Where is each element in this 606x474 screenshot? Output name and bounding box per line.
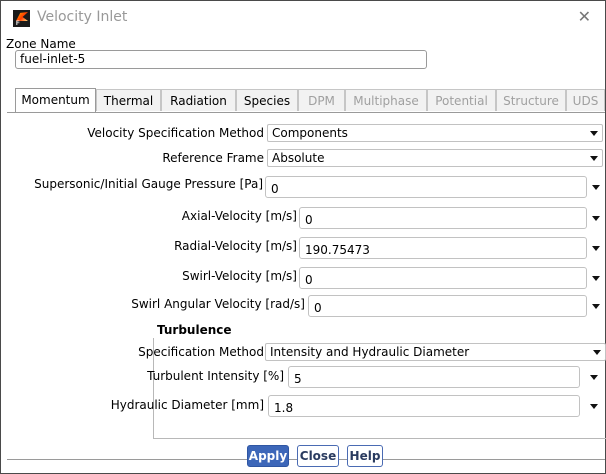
tab-potential[interactable]: Potential [427, 89, 496, 111]
turbulent-intensity-menu-icon[interactable] [590, 375, 598, 380]
supersonic-pressure-label: Supersonic/Initial Gauge Pressure [Pa] [34, 177, 263, 191]
swirl-angular-velocity-input[interactable]: 0 [308, 295, 587, 317]
tab-uds[interactable]: UDS [566, 89, 605, 111]
close-icon[interactable]: ✕ [578, 7, 591, 26]
swirl-velocity-menu-icon[interactable] [592, 276, 600, 281]
apply-button[interactable]: Apply [247, 445, 289, 467]
hydraulic-diameter-input[interactable]: 1.8 [268, 395, 580, 417]
radial-velocity-input[interactable]: 190.75473 [299, 237, 587, 259]
radial-velocity-label: Radial-Velocity [m/s] [174, 239, 297, 253]
swirl-velocity-input[interactable]: 0 [299, 267, 587, 289]
tab-bar: Momentum Thermal Radiation Species DPM M… [15, 88, 605, 112]
zone-name-input[interactable]: fuel-inlet-5 [15, 50, 427, 69]
fluent-icon-letter: F [16, 21, 20, 27]
tab-species[interactable]: Species [236, 89, 298, 111]
tab-multiphase[interactable]: Multiphase [345, 89, 427, 111]
tab-momentum[interactable]: Momentum [15, 88, 96, 112]
swirl-velocity-label: Swirl-Velocity [m/s] [182, 269, 297, 283]
turbulence-heading: Turbulence [157, 323, 232, 337]
supersonic-pressure-input[interactable]: 0 [265, 176, 587, 198]
window-title: Velocity Inlet [37, 9, 128, 25]
turbulence-spec-method-value: Intensity and Hydraulic Diameter [270, 345, 470, 359]
reference-frame-value: Absolute [272, 151, 325, 165]
fluent-icon: F [13, 10, 30, 27]
help-button[interactable]: Help [347, 445, 383, 467]
tab-radiation[interactable]: Radiation [161, 89, 236, 111]
turbulent-intensity-input[interactable]: 5 [288, 366, 580, 388]
velocity-spec-select[interactable]: Components [267, 124, 603, 142]
velocity-spec-label: Velocity Specification Method [87, 126, 264, 140]
turbulent-intensity-label: Turbulent Intensity [%] [147, 369, 284, 383]
radial-velocity-menu-icon[interactable] [592, 246, 600, 251]
chevron-down-icon [590, 131, 598, 136]
velocity-spec-value: Components [272, 126, 348, 140]
reference-frame-label: Reference Frame [162, 151, 264, 165]
title-bar: F Velocity Inlet ✕ [1, 1, 605, 34]
swirl-angular-velocity-label: Swirl Angular Velocity [rad/s] [131, 297, 305, 311]
chevron-down-icon [590, 156, 598, 161]
chevron-down-icon [593, 350, 601, 355]
reference-frame-select[interactable]: Absolute [267, 149, 603, 167]
axial-velocity-label: Axial-Velocity [m/s] [181, 209, 297, 223]
axial-velocity-menu-icon[interactable] [592, 216, 600, 221]
tab-thermal[interactable]: Thermal [96, 89, 161, 111]
supersonic-pressure-menu-icon[interactable] [592, 185, 600, 190]
hydraulic-diameter-label: Hydraulic Diameter [mm] [110, 398, 264, 412]
turbulence-spec-method-select[interactable]: Intensity and Hydraulic Diameter [265, 343, 606, 361]
close-button[interactable]: Close [297, 445, 339, 467]
tab-structure[interactable]: Structure [496, 89, 566, 111]
tab-dpm[interactable]: DPM [298, 89, 345, 111]
axial-velocity-input[interactable]: 0 [299, 207, 587, 229]
turbulence-spec-method-label: Specification Method [138, 345, 264, 359]
hydraulic-diameter-menu-icon[interactable] [590, 404, 598, 409]
velocity-inlet-dialog: F Velocity Inlet ✕ Zone Name fuel-inlet-… [0, 0, 606, 474]
zone-name-label: Zone Name [6, 37, 76, 51]
swirl-angular-velocity-menu-icon[interactable] [592, 304, 600, 309]
fluent-swirl-logo [16, 12, 28, 21]
